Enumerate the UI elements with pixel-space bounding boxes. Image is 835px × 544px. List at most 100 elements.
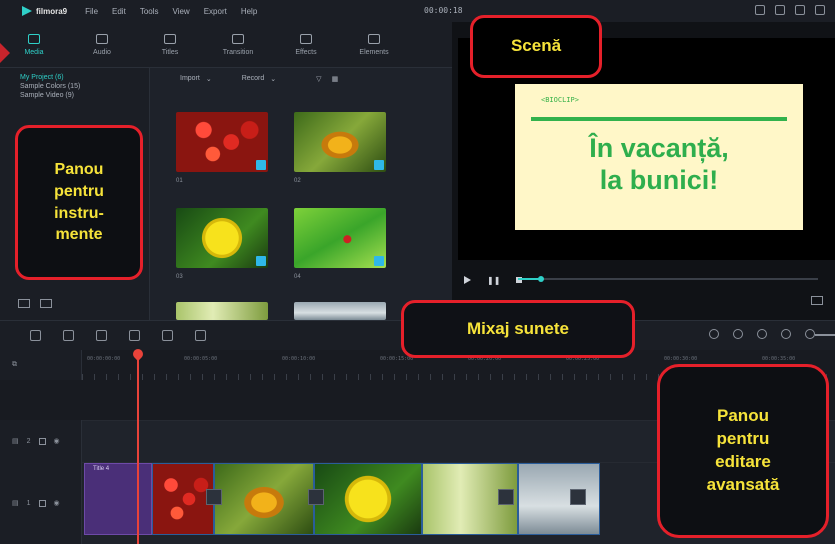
play-icon[interactable] [464,276,471,284]
cart-icon[interactable] [775,5,785,15]
track-header-add: ⧉ [0,350,82,380]
transition-marker[interactable] [498,489,514,505]
media-toolbar: Import ⌄ Record ⌄ ▽ ▦ [150,68,452,90]
redo-icon[interactable] [63,330,74,341]
track-video-icon: ▤ [12,438,19,445]
title-bar: filmora9 File Edit Tools View Export Hel… [0,0,835,22]
media-thumb-06[interactable] [294,302,386,320]
zoom-out-icon[interactable] [805,329,815,339]
mixer-icon[interactable] [757,329,767,339]
effects-icon [300,33,312,44]
top-right-icons [755,5,825,15]
mail-icon[interactable] [815,5,825,15]
playhead-line [137,350,139,544]
title-clip-label: Title 4 [93,466,110,472]
eye-icon[interactable]: ◉ [54,437,60,445]
import-dropdown[interactable]: Import ⌄ [180,75,212,83]
media-thumb-01[interactable] [176,112,268,172]
marker-icon[interactable] [709,329,719,339]
folder-icon[interactable] [40,299,52,308]
undo-icon[interactable] [30,330,41,341]
lock-icon[interactable] [38,499,46,507]
tab-transition[interactable]: Transition [204,22,272,67]
library-item-my-project[interactable]: My Project (6) [0,68,149,82]
render-icon[interactable] [781,329,791,339]
title-clip[interactable]: Title 4 [84,463,152,535]
scrubber-handle[interactable] [538,276,544,282]
transition-icon [232,33,244,44]
transition-marker[interactable] [570,489,586,505]
menu-help[interactable]: Help [241,7,257,16]
menu-file[interactable]: File [85,7,98,16]
callout-panou-editare: Panou pentru editare avansată [657,364,829,538]
media-icon [28,33,40,44]
video-clip-05[interactable] [518,463,600,535]
chevron-down-icon: ⌄ [270,76,277,83]
cut-icon[interactable] [129,330,140,341]
transition-marker[interactable] [206,489,222,505]
timeline-right-tools [709,329,815,339]
media-thumb-label: 04 [294,274,301,280]
account-icon[interactable] [755,5,765,15]
elements-icon [368,33,380,44]
transition-marker[interactable] [308,489,324,505]
preview-scrubber[interactable] [518,276,818,282]
media-thumb-04[interactable] [294,208,386,268]
video-clip-01[interactable] [152,463,214,535]
zoom-slider[interactable] [815,334,835,336]
track-video-icon: ▤ [12,500,19,507]
speed-icon[interactable] [162,330,173,341]
pause-icon[interactable]: ❚❚ [487,276,500,285]
filter-icon[interactable]: ▽ [316,75,321,83]
menu-edit[interactable]: Edit [112,7,126,16]
playback-controls: ❚❚ [452,266,835,294]
media-thumb-05[interactable] [176,302,268,320]
library-item-sample-video[interactable]: Sample Video (9) [0,91,149,100]
menu-tools[interactable]: Tools [140,7,159,16]
checked-icon [374,256,384,266]
card-title: În vacanță, la bunici! [515,132,803,196]
app-name: filmora9 [36,6,68,16]
app-logo: filmora9 [22,6,67,16]
delete-icon[interactable] [96,330,107,341]
checked-icon [256,256,266,266]
tab-titles[interactable]: Titles [136,22,204,67]
add-track-icon[interactable]: ⧉ [12,361,17,369]
library-item-sample-colors[interactable]: Sample Colors (15) [0,82,149,91]
media-thumb-label: 02 [294,178,301,184]
video-clip-02[interactable] [214,463,314,535]
snapshot-icon[interactable] [811,296,823,305]
track-header-2: ▤ 2 ◉ [0,420,82,462]
scrubber-progress [518,278,540,280]
grid-view-icon[interactable]: ▦ [332,75,339,83]
callout-panou-instrumente: Panou pentru instru- mente [15,125,143,280]
tab-elements[interactable]: Elements [340,22,408,67]
adjust-icon[interactable] [195,330,206,341]
callout-scena: Scenă [470,15,602,78]
card-title-line-1: În vacanță, [589,133,729,163]
lock-icon[interactable] [38,437,46,445]
media-tabs: Media Audio Titles Transition Effects El… [0,22,452,68]
timecode: 00:00:18 [424,6,463,15]
menu-bar: File Edit Tools View Export Help [85,7,257,16]
eye-icon[interactable]: ◉ [54,499,60,507]
tab-effects[interactable]: Effects [272,22,340,67]
media-thumb-02[interactable] [294,112,386,172]
menu-export[interactable]: Export [204,7,227,16]
record-dropdown[interactable]: Record ⌄ [242,75,276,83]
tab-media[interactable]: Media [0,22,68,67]
card-title-line-2: la bunici! [599,165,719,195]
voiceover-icon[interactable] [733,329,743,339]
menu-view[interactable]: View [173,7,190,16]
video-clip-03[interactable] [314,463,422,535]
media-thumb-03[interactable] [176,208,268,268]
card-divider [531,117,787,121]
audio-icon [96,33,108,44]
chevron-down-icon: ⌄ [205,76,212,83]
save-icon[interactable] [795,5,805,15]
media-thumb-label: 03 [176,274,183,280]
tab-audio[interactable]: Audio [68,22,136,67]
library-folder-buttons [18,299,52,308]
checked-icon [256,160,266,170]
new-folder-icon[interactable] [18,299,30,308]
